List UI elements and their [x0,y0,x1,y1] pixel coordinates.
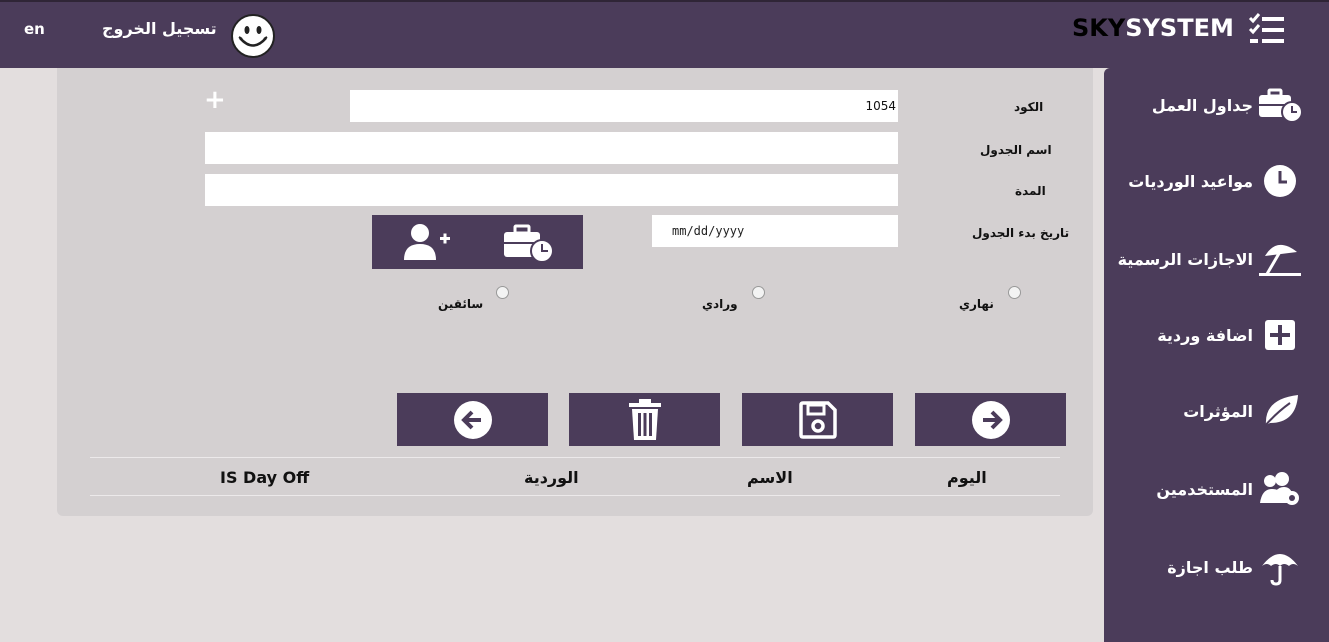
brand-part1: SKY [1072,14,1126,42]
sidebar-item-effects[interactable]: المؤثرات [1183,386,1303,436]
duration-input[interactable] [205,174,898,206]
floppy-disk-icon [798,400,837,439]
save-button[interactable] [742,393,893,446]
briefcase-clock-icon [1257,85,1303,125]
schedule-name-label: اسم الجدول [980,143,1052,157]
delete-button[interactable] [569,393,720,446]
column-header-name: الاسم [747,468,793,487]
icon-toolbar [372,215,583,269]
schedule-form-panel: + الكود اسم الجدول المدة تاريخ بدء الجدو… [57,68,1093,516]
arrow-right-icon [971,400,1010,439]
arrow-left-icon [453,400,492,439]
beach-umbrella-icon [1257,239,1303,279]
column-header-day: اليوم [947,468,987,487]
radio-day[interactable] [1008,286,1021,299]
brand-part2: SYSTEM [1125,14,1234,42]
radio-drivers[interactable] [496,286,509,299]
brand-logo: SKYSYSTEM [1072,14,1234,42]
code-label: الكود [1014,100,1044,114]
umbrella-icon [1257,547,1303,587]
sidebar-item-label: طلب اجازة [1167,557,1253,577]
column-header-shift: الوردية [524,468,579,487]
radio-wardi-label: ورادي [702,297,738,311]
sidebar-item-add-shift[interactable]: اضافة وردية [1157,310,1303,360]
start-date-label: تاريخ بدء الجدول [972,226,1070,240]
duration-label: المدة [1015,184,1046,198]
radio-drivers-label: سائقين [438,297,484,311]
menu-checklist-icon[interactable] [1248,12,1286,46]
briefcase-clock-icon[interactable] [502,223,556,263]
sidebar-item-label: المستخدمين [1156,479,1253,499]
sidebar-item-label: الاجازات الرسمية [1117,249,1253,269]
table-divider-bottom [90,495,1060,496]
add-user-icon[interactable] [400,222,452,262]
radio-wardi[interactable] [752,286,765,299]
previous-button[interactable] [397,393,548,446]
column-header-day-off: IS Day Off [220,468,310,487]
users-gear-icon [1257,469,1303,509]
sidebar-item-leave-request[interactable]: طلب اجازة [1167,542,1303,592]
sidebar-item-label: جداول العمل [1151,95,1253,115]
table-divider-top [90,457,1060,458]
top-bar: en تسجيل الخروج SKYSYSTEM [0,0,1329,68]
plus-square-icon [1257,315,1303,355]
logout-link[interactable]: تسجيل الخروج [102,19,217,38]
start-date-input[interactable]: mm/dd/yyyy [652,215,898,247]
avatar-smiley-icon[interactable] [230,13,276,59]
trash-icon [628,398,661,440]
sidebar-item-label: اضافة وردية [1157,325,1253,345]
sidebar-item-work-schedules[interactable]: جداول العمل [1152,80,1303,130]
radio-day-label: نهاري [959,297,994,311]
sidebar-item-shift-times[interactable]: مواعيد الورديات [1128,156,1303,206]
sidebar: جداول العمل مواعيد الورديات الاجازات الر… [1104,68,1329,642]
schedule-name-input[interactable] [205,132,898,164]
sidebar-item-label: مواعيد الورديات [1128,171,1253,191]
sidebar-item-holidays[interactable]: الاجازات الرسمية [1118,234,1303,284]
add-plus-icon[interactable]: + [204,85,226,115]
next-button[interactable] [915,393,1066,446]
code-input[interactable] [350,90,898,122]
leaf-icon [1257,391,1303,431]
clock-icon [1257,161,1303,201]
sidebar-item-label: المؤثرات [1183,401,1253,421]
language-toggle[interactable]: en [24,20,45,38]
sidebar-item-users[interactable]: المستخدمين [1156,464,1303,514]
